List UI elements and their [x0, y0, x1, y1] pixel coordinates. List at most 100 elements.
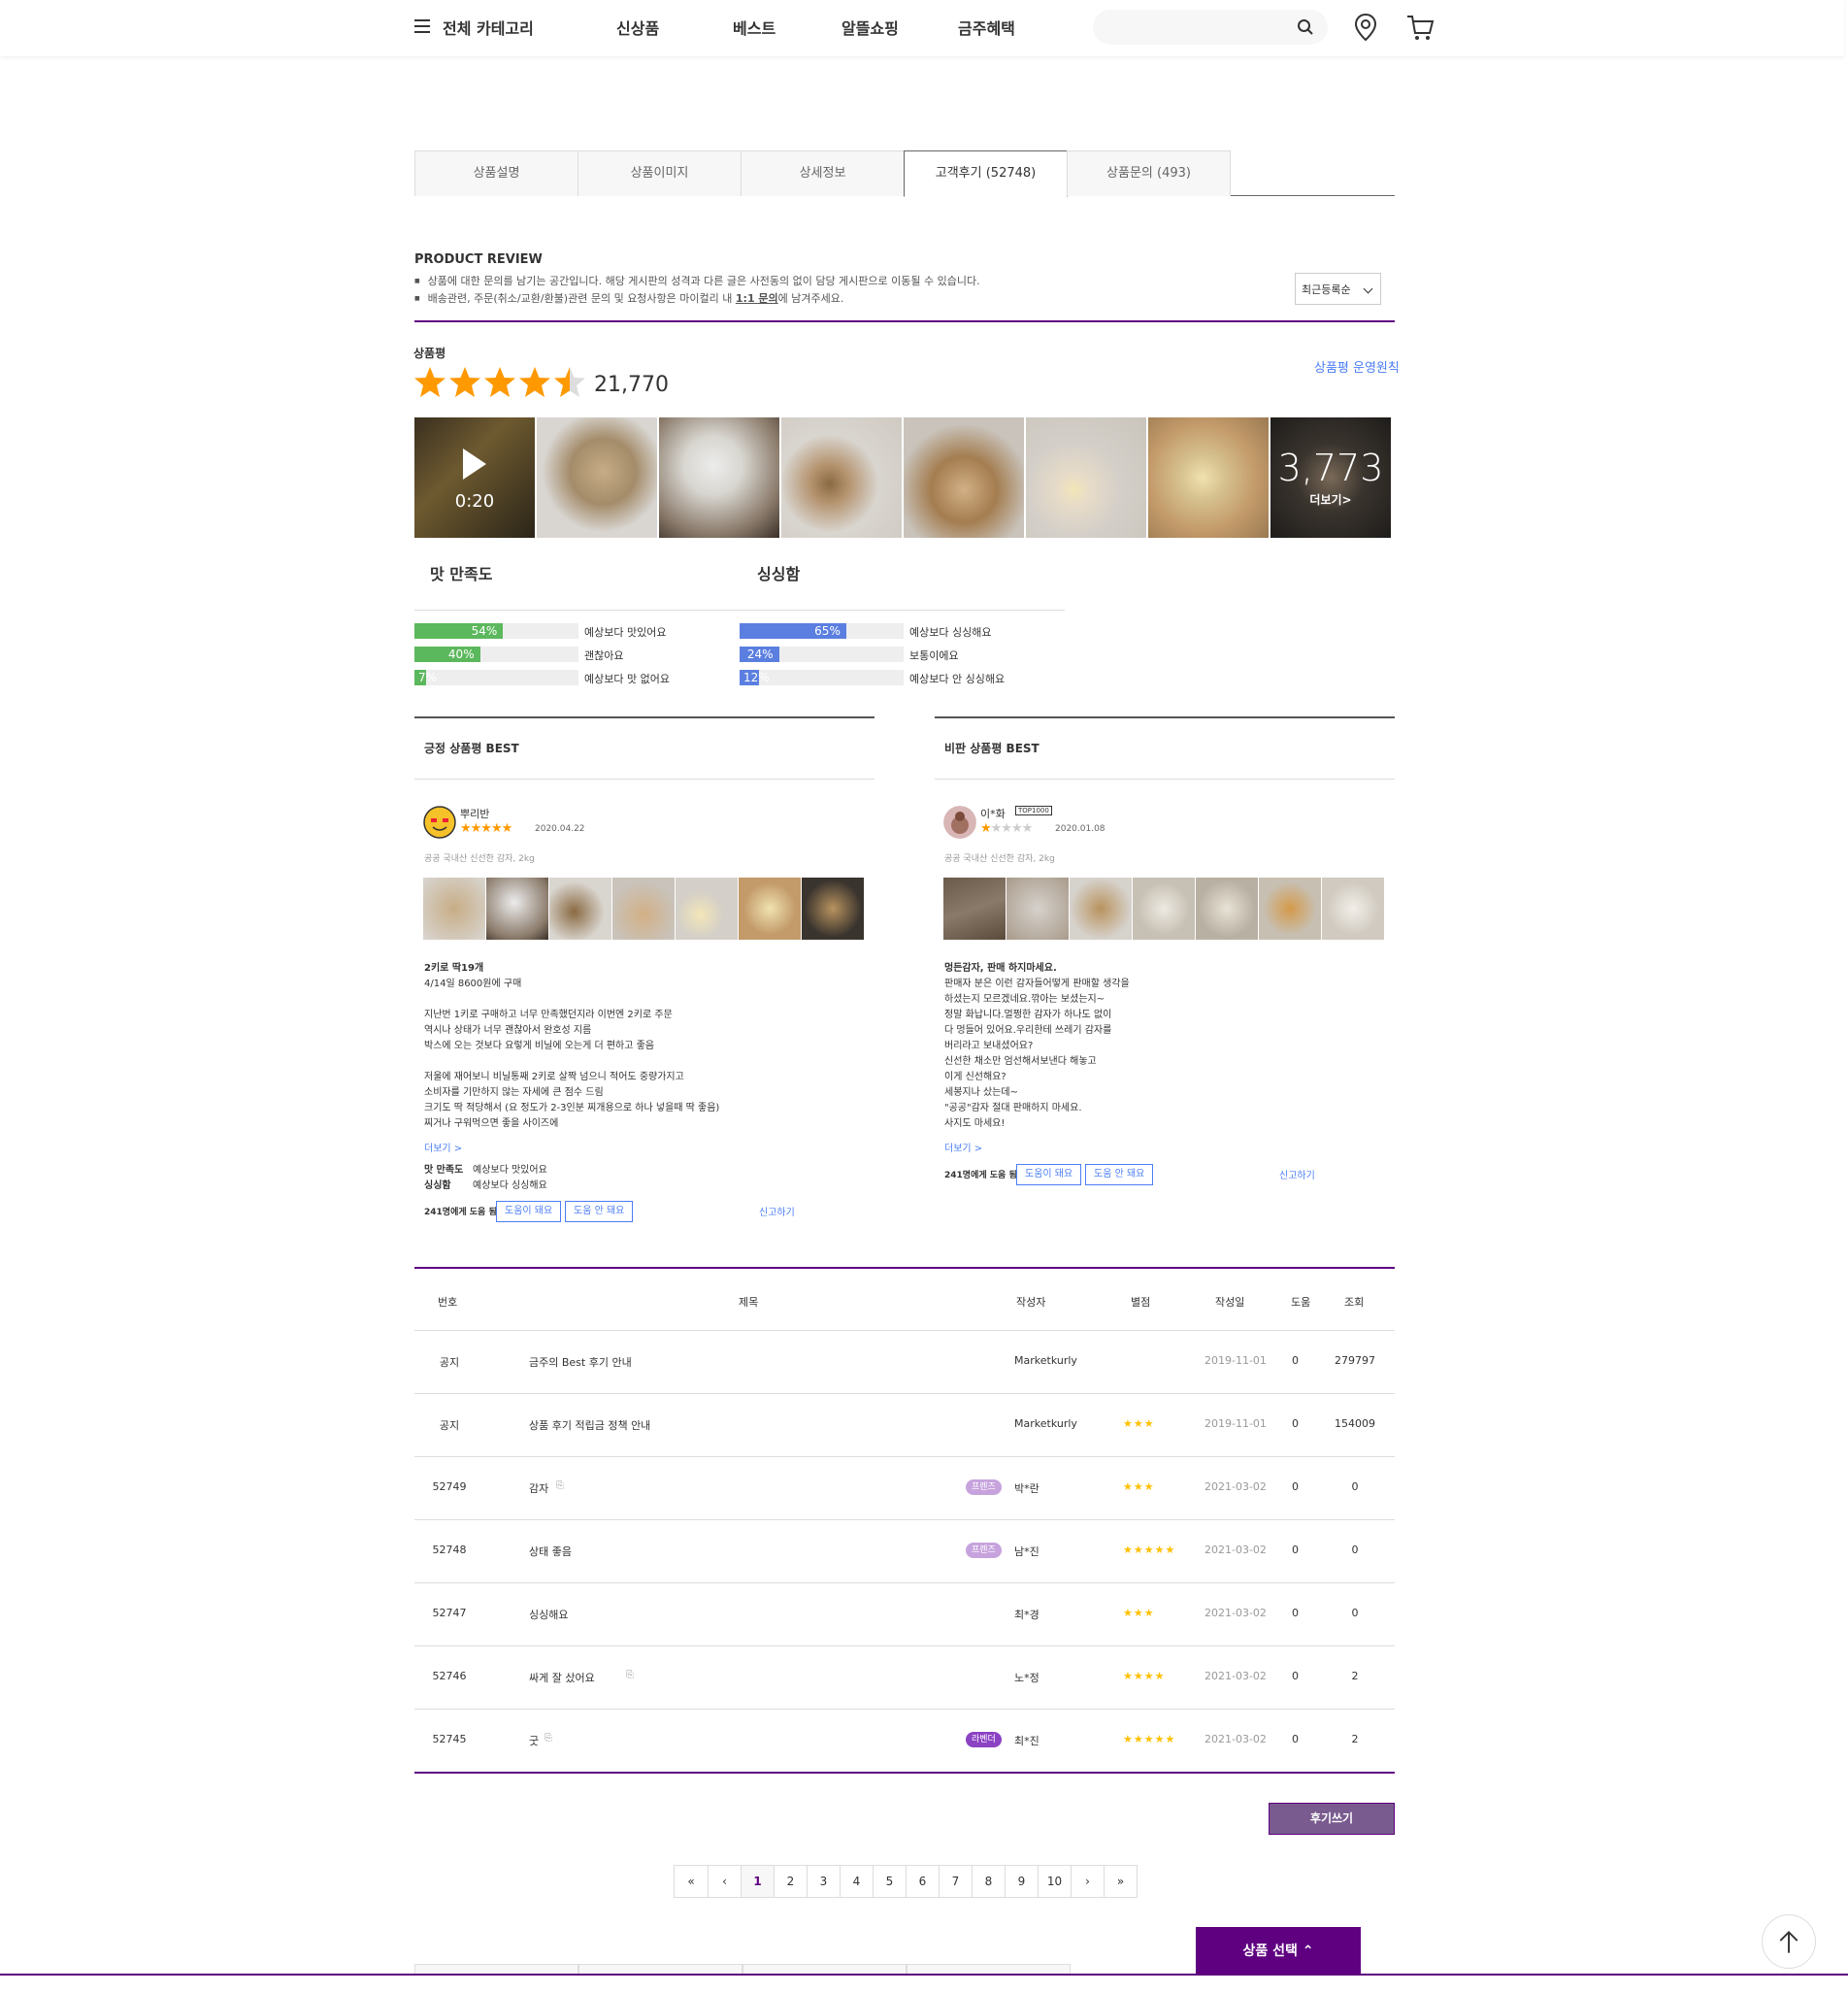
page-9[interactable]: 9 [1005, 1866, 1038, 1897]
table-row[interactable]: 공지 상품 후기 적립금 정책 안내 Marketkurly ★★★ 2019-11-0… [414, 1393, 1395, 1456]
avatar [423, 806, 456, 839]
more-photos-label: 더보기> [1309, 493, 1352, 507]
review-photo[interactable] [1026, 417, 1146, 538]
not-helpful-button[interactable]: 도움 안 돼요 [565, 1201, 634, 1222]
review-more-link[interactable]: 더보기 > [424, 1140, 462, 1154]
review-photo[interactable] [486, 878, 548, 940]
attachment-icon: ⎘ [544, 1733, 552, 1744]
one-on-one-inquiry-link[interactable]: 1:1 문의 [736, 292, 778, 305]
helpful-button[interactable]: 도움이 돼요 [496, 1201, 562, 1222]
table-row[interactable]: 52748 상태 좋음 남*진 ★★★★★ 2021-03-02 0 0 프렌즈 [414, 1519, 1395, 1582]
row-views: 0 [1351, 1480, 1359, 1493]
review-photo[interactable] [1259, 878, 1321, 940]
page-1[interactable]: 1 [741, 1866, 774, 1897]
review-photo[interactable] [1070, 878, 1132, 940]
report-link[interactable]: 신고하기 [1279, 1167, 1315, 1181]
review-photo[interactable] [1322, 878, 1384, 940]
scroll-top-button[interactable] [1762, 1914, 1816, 1969]
page-nav-button[interactable]: › [1071, 1866, 1104, 1897]
product-review-title: PRODUCT REVIEW [414, 252, 543, 267]
tab-inquiry[interactable]: 상품문의 (493) [1067, 150, 1231, 196]
page-nav-button[interactable]: ‹ [708, 1866, 741, 1897]
review-stars: ★★★★★ [460, 821, 512, 836]
page-4[interactable]: 4 [840, 1866, 873, 1897]
helpful-count: 241명에게 도움 됨 [944, 1171, 1017, 1180]
location-icon[interactable] [1352, 13, 1379, 42]
review-photo[interactable] [943, 878, 1006, 940]
review-photo[interactable] [1196, 878, 1258, 940]
table-row[interactable]: 52747 싱싱해요 최*경 ★★★ 2021-03-02 0 0 [414, 1582, 1395, 1645]
review-policy-link[interactable]: 상품평 운영원칙 [1314, 357, 1400, 376]
menu-icon[interactable] [414, 19, 430, 33]
row-title[interactable]: 굿 [529, 1733, 539, 1748]
row-date: 2021-03-02 [1204, 1733, 1267, 1745]
review-photo[interactable] [1133, 878, 1195, 940]
tab-images[interactable]: 상품이미지 [578, 150, 742, 196]
review-photo[interactable] [1006, 878, 1069, 940]
row-number: 52746 [432, 1670, 467, 1682]
nav-new-products[interactable]: 신상품 [616, 16, 659, 39]
avatar [943, 806, 976, 839]
review-photo[interactable] [423, 878, 485, 940]
page-3[interactable]: 3 [807, 1866, 840, 1897]
page-nav-button[interactable]: » [1104, 1866, 1137, 1897]
product-select-button[interactable]: 상품 선택 ⌃ [1196, 1927, 1361, 1976]
review-photo-strip: 0:20 3,773 더보기> [414, 417, 1391, 538]
page-8[interactable]: 8 [972, 1866, 1005, 1897]
page-5[interactable]: 5 [873, 1866, 906, 1897]
review-photo[interactable] [904, 417, 1024, 538]
review-photo[interactable] [537, 417, 657, 538]
review-photo[interactable] [802, 878, 864, 940]
not-helpful-button[interactable]: 도움 안 돼요 [1085, 1164, 1154, 1185]
tab-reviews[interactable]: 고객후기 (52748) [904, 150, 1068, 197]
row-title[interactable]: 금주의 Best 후기 안내 [529, 1354, 632, 1370]
review-line: 이게 신선해요? [944, 1072, 1006, 1082]
row-title[interactable]: 상태 좋음 [529, 1544, 572, 1559]
page-nav-button[interactable]: « [675, 1866, 708, 1897]
tab-details[interactable]: 상세정보 [741, 150, 905, 196]
tab-description[interactable]: 상품설명 [414, 150, 578, 196]
row-title[interactable]: 상품 후기 적립금 정책 안내 [529, 1417, 650, 1433]
row-help: 0 [1292, 1544, 1299, 1556]
row-title[interactable]: 싱싱해요 [529, 1607, 568, 1622]
row-help: 0 [1292, 1607, 1299, 1619]
video-thumbnail[interactable]: 0:20 [414, 417, 535, 538]
page-2[interactable]: 2 [774, 1866, 807, 1897]
all-category-link[interactable]: 전체 카테고리 [443, 16, 534, 39]
col-header-stars: 별점 [1131, 1296, 1151, 1309]
cart-icon[interactable] [1404, 12, 1436, 43]
search-input[interactable] [1093, 10, 1328, 45]
attachment-icon: ⎘ [556, 1480, 564, 1491]
row-title[interactable]: 감자 [529, 1480, 548, 1496]
page-10[interactable]: 10 [1038, 1866, 1071, 1897]
table-row[interactable]: 52749 감자 박*란 ★★★ 2021-03-02 0 0 ⎘ 프렌즈 [414, 1456, 1395, 1519]
review-more-link[interactable]: 더보기 > [944, 1140, 982, 1154]
review-photo[interactable] [781, 417, 902, 538]
review-photo[interactable] [1148, 417, 1269, 538]
review-photo[interactable] [549, 878, 611, 940]
table-row[interactable]: 52746 싸게 잘 샀어요 노*정 ★★★★ 2021-03-02 0 2 ⎘ [414, 1645, 1395, 1709]
table-row[interactable]: 52745 굿 최*진 ★★★★★ 2021-03-02 0 2 ⎘ 라벤더 [414, 1709, 1395, 1772]
report-link[interactable]: 신고하기 [759, 1204, 795, 1218]
more-photos-button[interactable]: 3,773 더보기> [1270, 417, 1391, 538]
helpful-button[interactable]: 도움이 돼요 [1016, 1164, 1082, 1185]
row-title[interactable]: 싸게 잘 샀어요 [529, 1670, 595, 1685]
row-date: 2021-03-02 [1204, 1544, 1267, 1556]
nav-weekly-benefits[interactable]: 금주혜택 [958, 16, 1015, 39]
review-photo[interactable] [659, 417, 779, 538]
video-duration: 0:20 [454, 491, 495, 512]
nav-best[interactable]: 베스트 [733, 16, 776, 39]
review-photo[interactable] [612, 878, 675, 940]
rating-count: 21,770 [594, 373, 669, 397]
page-7[interactable]: 7 [939, 1866, 972, 1897]
write-review-button[interactable]: 후기쓰기 [1269, 1803, 1395, 1835]
nav-thrift-shopping[interactable]: 알뜰쇼핑 [842, 16, 899, 39]
review-photo[interactable] [676, 878, 738, 940]
sort-select[interactable]: 최근등록순 [1295, 273, 1381, 305]
review-photo[interactable] [739, 878, 801, 940]
row-writer: Marketkurly [1014, 1354, 1077, 1367]
table-row[interactable]: 공지 금주의 Best 후기 안내 Marketkurly 2019-11-01 0 27… [414, 1330, 1395, 1393]
page-6[interactable]: 6 [906, 1866, 939, 1897]
divider [0, 1974, 1848, 1976]
search-icon[interactable] [1297, 18, 1314, 36]
